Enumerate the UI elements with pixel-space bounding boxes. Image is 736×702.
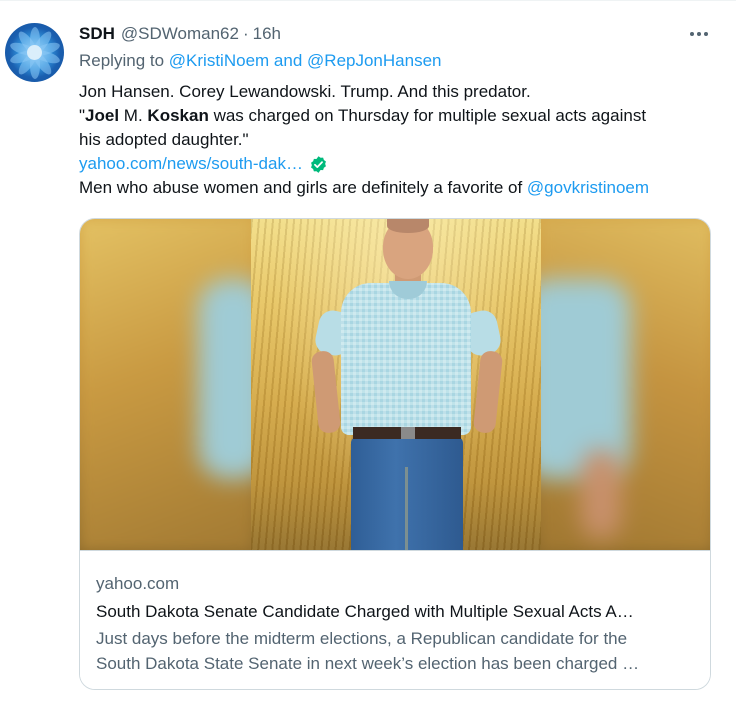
card-description-line: Just days before the midterm elections, … [96, 629, 628, 648]
man-jeans [351, 437, 463, 550]
man-hair [387, 219, 429, 233]
tweet-text-line: Men who abuse women and girls are defini… [79, 176, 719, 200]
card-meta[interactable]: yahoo.com South Dakota Senate Candidate … [80, 550, 710, 689]
middle-initial: M. [119, 106, 148, 125]
avatar[interactable] [5, 23, 64, 82]
mention-govkristinoem[interactable]: @govkristinoem [527, 178, 649, 197]
tweet-header: SDH @SDWoman62 · 16h [79, 24, 281, 46]
card-image[interactable] [80, 219, 710, 550]
highlight-last-name: Koskan [147, 106, 209, 125]
card-description-line: South Dakota State Senate in next week’s… [96, 654, 640, 673]
tweet-text-line: his adopted daughter." [79, 130, 249, 149]
tweet-link[interactable]: yahoo.com/news/south-dak… [79, 152, 303, 176]
tweet-body: Jon Hansen. Corey Lewandowski. Trump. An… [79, 80, 719, 200]
more-options-icon[interactable] [684, 23, 714, 45]
link-preview-card[interactable]: yahoo.com South Dakota Senate Candidate … [79, 218, 711, 690]
author-handle[interactable]: @SDWoman62 [121, 24, 239, 44]
avatar-flower-center [27, 45, 42, 60]
mention-kristinoem[interactable]: @KristiNoem [169, 51, 269, 70]
man-shirt [341, 283, 471, 435]
candidate-photo [251, 219, 541, 550]
blurred-figure [581, 449, 621, 539]
blurred-background-left [80, 219, 268, 550]
replying-to-line: Replying to @KristiNoem and @RepJonHanse… [79, 51, 441, 71]
card-description: Just days before the midterm elections, … [96, 626, 694, 676]
tweet-timestamp[interactable]: 16h [253, 24, 281, 44]
replying-to-label: Replying to [79, 51, 165, 70]
tweet-url-line: yahoo.com/news/south-dak… [79, 152, 719, 176]
reply-conjunction[interactable]: and [274, 51, 302, 70]
tweet[interactable]: SDH @SDWoman62 · 16h Replying to @Kristi… [0, 0, 736, 702]
more-dot [704, 32, 708, 36]
more-dot [690, 32, 694, 36]
blurred-background-right [521, 219, 710, 550]
tweet-text-line: Jon Hansen. Corey Lewandowski. Trump. An… [79, 82, 531, 101]
tweet-text-line: "Joel M. Koskan was charged on Thursday … [79, 104, 719, 128]
card-domain: yahoo.com [96, 574, 180, 593]
tweet-text: Men who abuse women and girls are defini… [79, 178, 527, 197]
man-belt-buckle [401, 427, 415, 439]
header-separator: · [242, 24, 249, 43]
more-dot [697, 32, 701, 36]
author-name[interactable]: SDH [79, 24, 115, 44]
quote-text: was charged on Thursday for multiple sex… [208, 106, 647, 125]
mention-repjonhansen[interactable]: @RepJonHansen [307, 51, 441, 70]
card-title[interactable]: South Dakota Senate Candidate Charged wi… [96, 600, 694, 624]
verified-check-icon [311, 155, 326, 173]
highlight-first-name: Joel [85, 106, 120, 125]
